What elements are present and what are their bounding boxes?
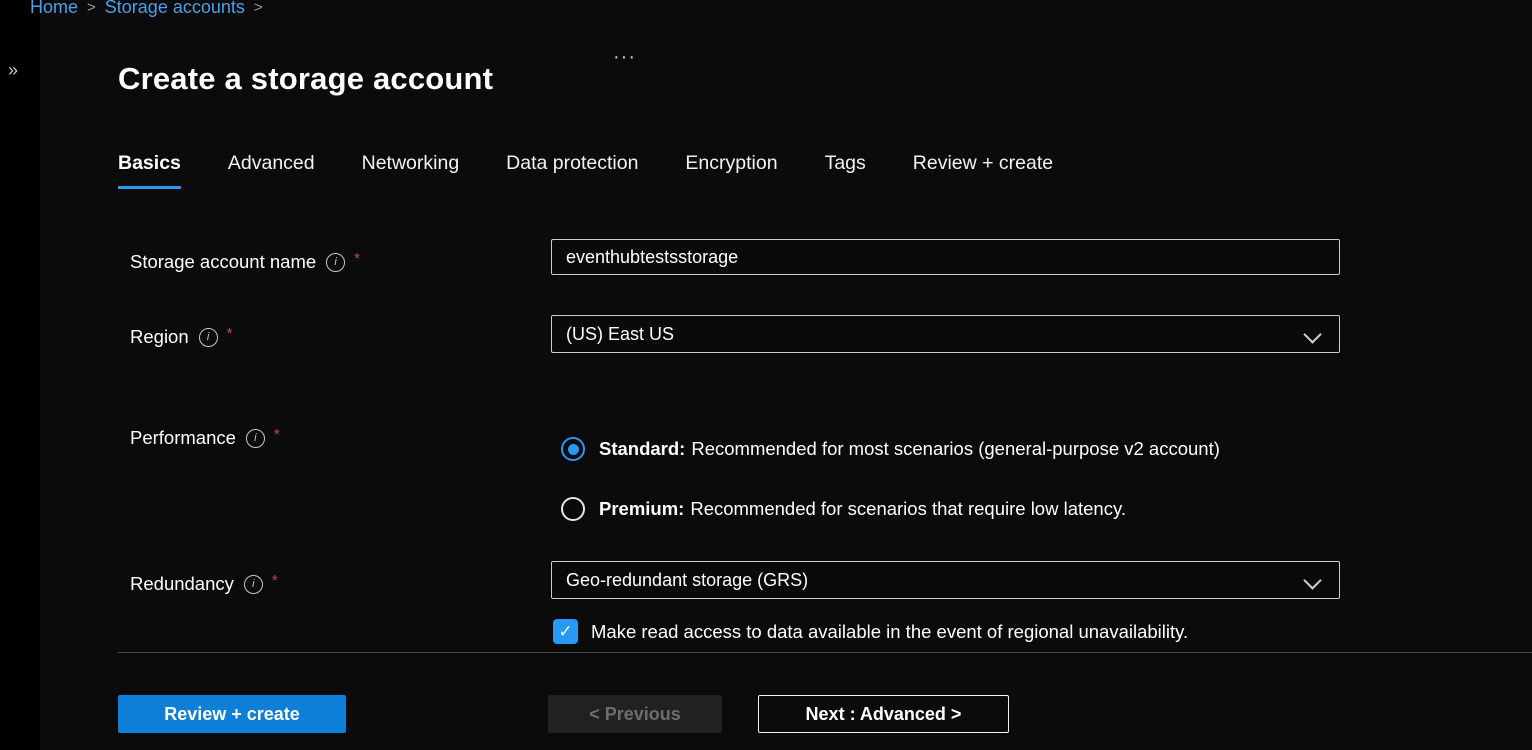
main-panel: Create a storage account ··· Basics Adva… <box>40 0 1532 750</box>
redundancy-selected-value: Geo-redundant storage (GRS) <box>566 570 808 591</box>
required-marker: * <box>354 250 360 267</box>
tab-advanced[interactable]: Advanced <box>228 152 315 189</box>
create-storage-account-page: Home > Storage accounts > » Create a sto… <box>0 0 1532 750</box>
radio-selected-icon <box>561 437 585 461</box>
footer-divider <box>118 652 1532 653</box>
breadcrumb-home-link[interactable]: Home <box>30 0 78 18</box>
tab-encryption[interactable]: Encryption <box>685 152 777 189</box>
region-selected-value: (US) East US <box>566 324 674 345</box>
checkbox-checked-icon[interactable]: ✓ <box>553 619 578 644</box>
required-marker: * <box>274 426 280 443</box>
radio-unselected-icon <box>561 497 585 521</box>
performance-label-row: Performance i * <box>130 425 280 451</box>
performance-standard-radio[interactable]: Standard:Recommended for most scenarios … <box>561 437 1220 461</box>
chevron-down-icon <box>1303 325 1321 343</box>
required-marker: * <box>272 572 278 589</box>
redundancy-select[interactable]: Geo-redundant storage (GRS) <box>551 561 1340 599</box>
next-advanced-button[interactable]: Next : Advanced > <box>758 695 1009 733</box>
chevron-down-icon <box>1303 571 1321 589</box>
tab-networking[interactable]: Networking <box>362 152 460 189</box>
required-marker: * <box>227 325 233 342</box>
tab-tags[interactable]: Tags <box>825 152 866 189</box>
breadcrumb-separator-icon: > <box>87 0 96 16</box>
info-icon[interactable]: i <box>246 429 265 448</box>
read-access-checkbox-row[interactable]: ✓ Make read access to data available in … <box>553 619 1188 644</box>
storage-account-name-label: Storage account name <box>130 251 316 273</box>
breadcrumb: Home > Storage accounts > <box>30 0 263 18</box>
region-label-row: Region i * <box>130 324 232 350</box>
tab-basics[interactable]: Basics <box>118 152 181 189</box>
info-icon[interactable]: i <box>244 575 263 594</box>
performance-premium-radio[interactable]: Premium:Recommended for scenarios that r… <box>561 497 1126 521</box>
breadcrumb-storage-accounts-link[interactable]: Storage accounts <box>105 0 245 18</box>
info-icon[interactable]: i <box>326 253 345 272</box>
storage-account-name-input[interactable] <box>551 239 1340 275</box>
read-access-checkbox-label: Make read access to data available in th… <box>591 621 1188 643</box>
previous-button[interactable]: < Previous <box>548 695 722 733</box>
wizard-tabs: Basics Advanced Networking Data protecti… <box>118 152 1053 189</box>
info-icon[interactable]: i <box>199 328 218 347</box>
tab-review-create[interactable]: Review + create <box>913 152 1053 189</box>
performance-label: Performance <box>130 427 236 449</box>
redundancy-label-row: Redundancy i * <box>130 571 278 597</box>
region-select[interactable]: (US) East US <box>551 315 1340 353</box>
expand-panel-icon[interactable]: » <box>8 60 18 81</box>
page-title: Create a storage account <box>118 61 493 97</box>
performance-premium-text: Premium:Recommended for scenarios that r… <box>599 498 1126 520</box>
performance-standard-text: Standard:Recommended for most scenarios … <box>599 438 1220 460</box>
review-create-button[interactable]: Review + create <box>118 695 346 733</box>
check-icon: ✓ <box>558 622 572 642</box>
redundancy-label: Redundancy <box>130 573 234 595</box>
breadcrumb-separator-icon: > <box>254 0 263 16</box>
tab-data-protection[interactable]: Data protection <box>506 152 638 189</box>
region-label: Region <box>130 326 189 348</box>
more-options-icon[interactable]: ··· <box>613 46 636 69</box>
storage-account-name-label-row: Storage account name i * <box>130 249 360 275</box>
